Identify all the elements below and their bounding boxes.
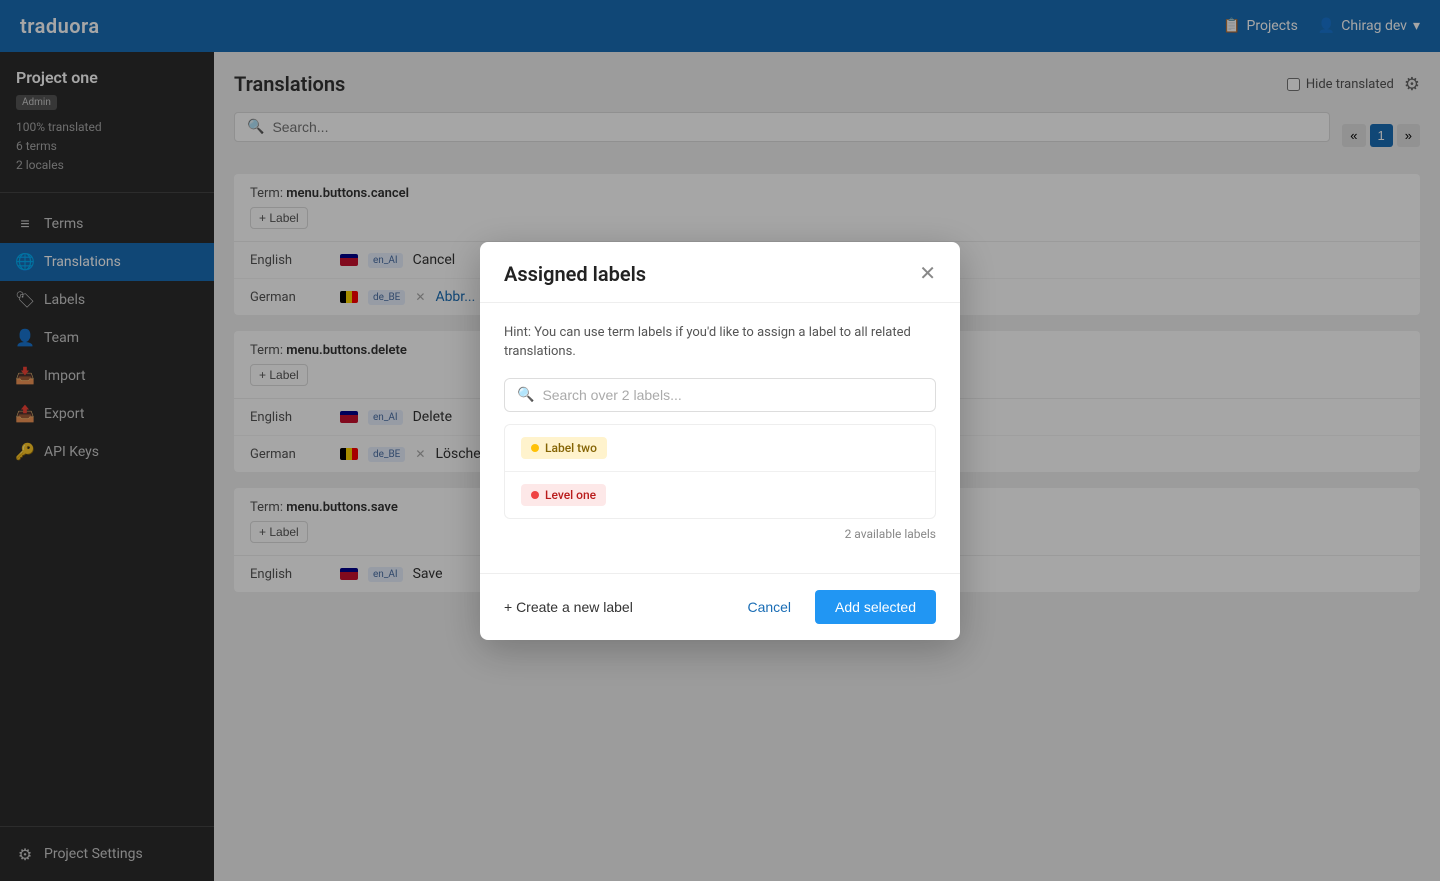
list-item[interactable]: Label two [505,425,935,472]
modal-body: Hint: You can use term labels if you'd l… [480,303,960,573]
labels-list: Label two Level one [504,424,936,519]
label-text: Label two [545,441,597,455]
add-selected-btn[interactable]: Add selected [815,590,936,624]
modal-header: Assigned labels ✕ [480,242,960,303]
modal-search-input[interactable] [542,387,923,403]
modal-title: Assigned labels [504,262,646,286]
label-dot [531,491,539,499]
modal-overlay: Assigned labels ✕ Hint: You can use term… [0,0,1440,881]
available-count: 2 available labels [504,527,936,541]
modal-close-btn[interactable]: ✕ [919,264,936,284]
label-dot [531,444,539,452]
modal-actions: Cancel Add selected [731,590,936,624]
cancel-btn[interactable]: Cancel [731,590,807,624]
modal-search: 🔍 [504,378,936,412]
modal-search-icon: 🔍 [517,387,534,403]
label-tag-red: Level one [521,484,606,506]
modal-hint: Hint: You can use term labels if you'd l… [504,323,936,362]
list-item[interactable]: Level one [505,472,935,518]
label-text: Level one [545,488,596,502]
modal-footer: + Create a new label Cancel Add selected [480,573,960,640]
assigned-labels-modal: Assigned labels ✕ Hint: You can use term… [480,242,960,640]
create-new-label-btn[interactable]: + Create a new label [504,599,633,615]
label-tag-yellow: Label two [521,437,607,459]
